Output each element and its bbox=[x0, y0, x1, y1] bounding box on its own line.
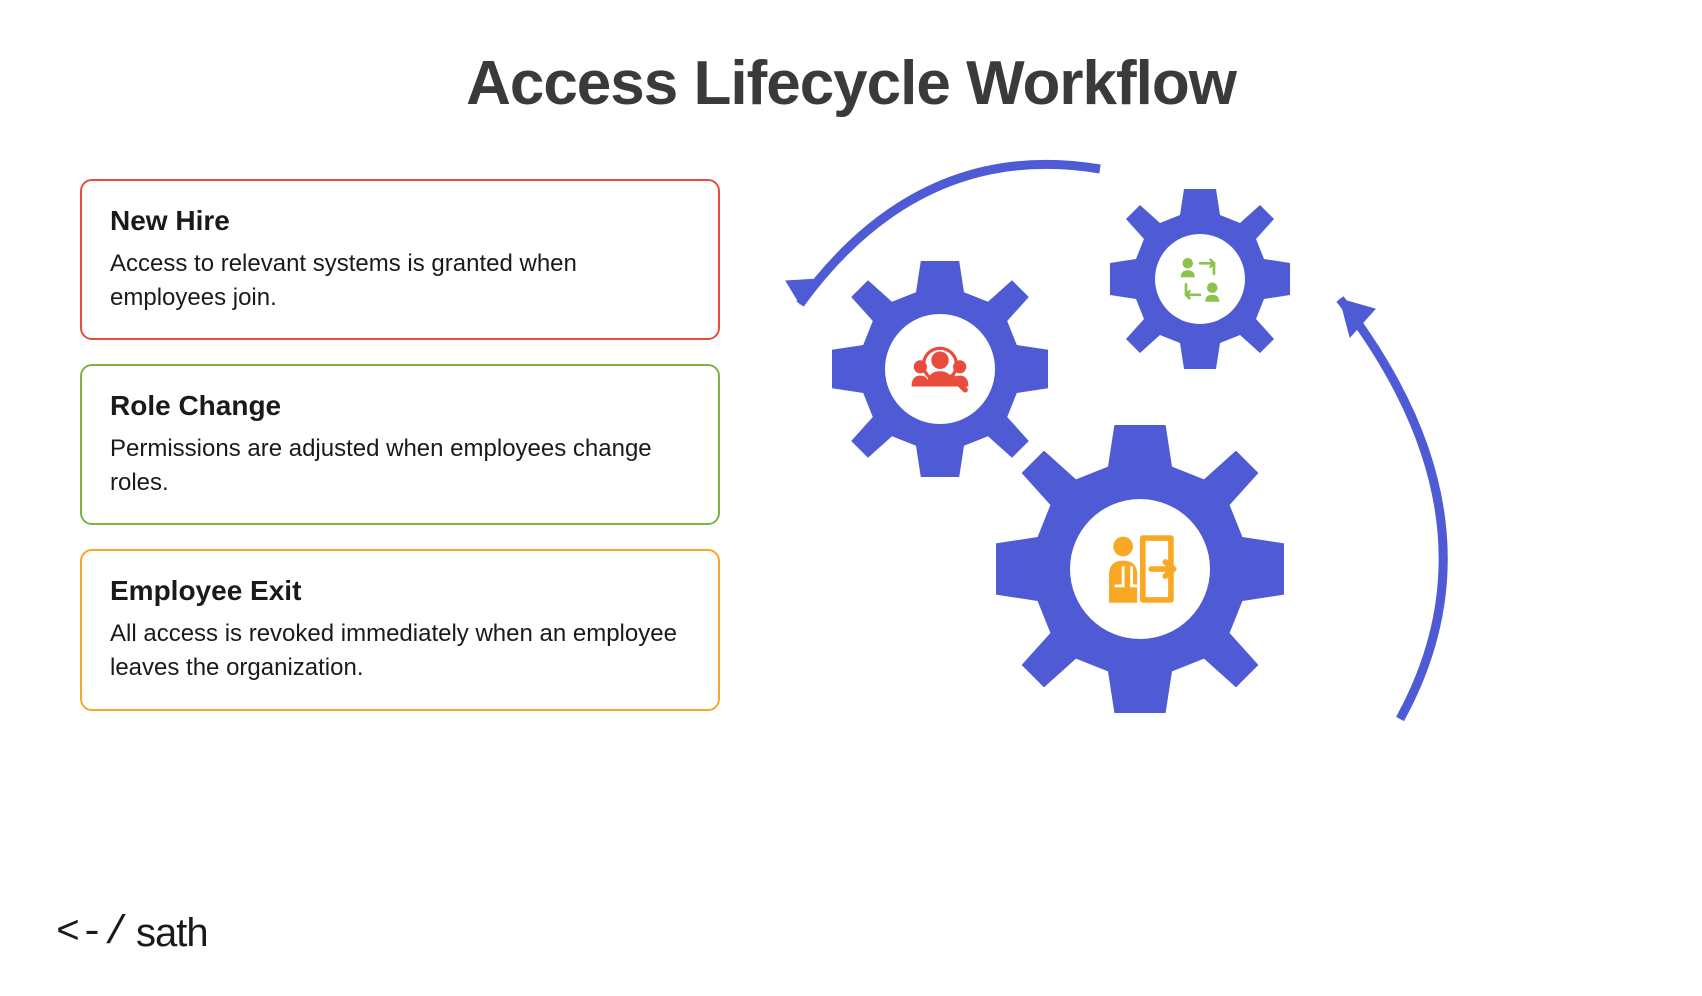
employee-exit-gear bbox=[980, 409, 1300, 729]
card-role-change: Role Change Permissions are adjusted whe… bbox=[80, 364, 720, 525]
role-change-gear bbox=[1100, 179, 1300, 379]
people-swap-icon bbox=[1172, 251, 1228, 307]
card-employee-exit: Employee Exit All access is revoked imme… bbox=[80, 549, 720, 710]
card-title: Employee Exit bbox=[110, 575, 690, 607]
card-desc: All access is revoked immediately when a… bbox=[110, 617, 690, 684]
card-new-hire: New Hire Access to relevant systems is g… bbox=[80, 179, 720, 340]
cycle-arrow-right-icon bbox=[1280, 259, 1500, 739]
card-title: Role Change bbox=[110, 390, 690, 422]
page-title: Access Lifecycle Workflow bbox=[0, 48, 1702, 119]
gear-diagram bbox=[800, 179, 1622, 799]
people-search-icon bbox=[905, 334, 975, 404]
person-exit-icon bbox=[1095, 524, 1185, 614]
logo-text: sath bbox=[136, 911, 208, 956]
card-title: New Hire bbox=[110, 205, 690, 237]
card-list: New Hire Access to relevant systems is g… bbox=[80, 179, 720, 799]
card-desc: Access to relevant systems is granted wh… bbox=[110, 247, 690, 314]
card-desc: Permissions are adjusted when employees … bbox=[110, 432, 690, 499]
brand-logo: <-/sath bbox=[56, 911, 208, 956]
logo-mark-icon: <-/ bbox=[56, 911, 128, 956]
